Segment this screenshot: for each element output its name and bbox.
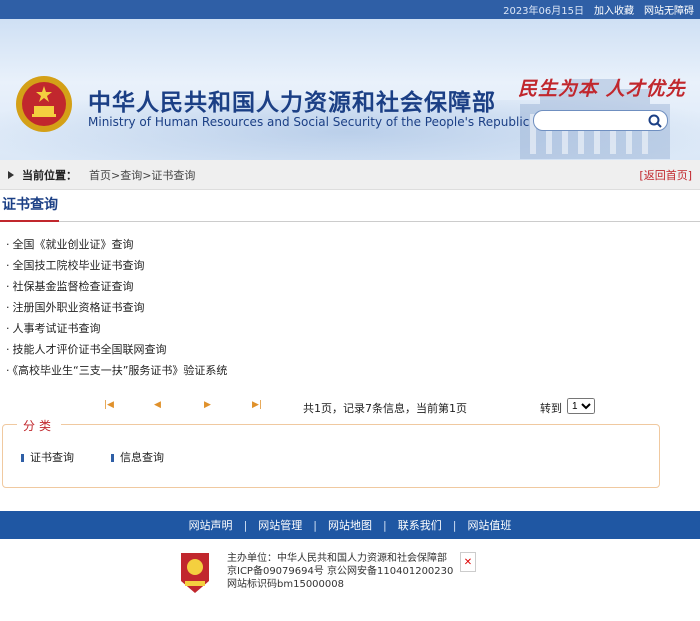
site-id-text: 网站标识码bm15000008: [227, 579, 344, 590]
query-link[interactable]: 《高校毕业生“三支一扶”服务证书》验证系统: [13, 364, 228, 377]
ministry-title-cn: 中华人民共和国人力资源和社会保障部: [88, 89, 496, 116]
footer: 主办单位：中华人民共和国人力资源和社会保障部 京ICP备09079694号 京公…: [0, 547, 700, 607]
add-favorite-link[interactable]: 加入收藏: [594, 2, 634, 17]
current-date: 2023年06月15日: [503, 6, 584, 17]
sponsor-text: 主办单位：中华人民共和国人力资源和社会保障部: [227, 553, 447, 564]
last-page-icon[interactable]: ▶|: [252, 400, 262, 410]
location-label: 当前位置：: [22, 168, 77, 182]
footer-link-statement[interactable]: 网站声明: [189, 517, 233, 533]
footer-link-sitemap[interactable]: 网站地图: [328, 517, 372, 533]
next-page-icon[interactable]: ▶: [204, 400, 211, 410]
list-item: 社保基金监督检查证查询: [6, 276, 700, 297]
page-title: 证书查询: [2, 197, 58, 213]
bullet-icon: [21, 454, 24, 462]
query-link[interactable]: 社保基金监督检查证查询: [13, 280, 134, 293]
page-select[interactable]: 1: [567, 398, 595, 414]
national-emblem-icon: [16, 76, 72, 132]
query-link[interactable]: 人事考试证书查询: [13, 322, 101, 335]
bullet-icon: [111, 454, 114, 462]
list-item: 全国技工院校毕业证书查询: [6, 255, 700, 276]
top-bar: 2023年06月15日 加入收藏 网站无障碍: [0, 0, 700, 19]
back-home-link[interactable]: [返回首页]: [639, 167, 692, 183]
party-badge-icon[interactable]: [177, 551, 213, 595]
footer-nav: 网站声明 | 网站管理 | 网站地图 | 联系我们 | 网站值班: [0, 511, 700, 539]
error-correction-icon[interactable]: ✕: [460, 552, 476, 572]
category-item-certificate[interactable]: 证书查询: [21, 449, 74, 465]
query-list: 全国《就业创业证》查询 全国技工院校毕业证书查询 社保基金监督检查证查询 注册国…: [0, 234, 700, 381]
footer-link-management[interactable]: 网站管理: [258, 517, 302, 533]
slogan: 民生为本 人才优先: [518, 78, 686, 100]
category-legend: 分类: [17, 417, 62, 434]
footer-link-contact[interactable]: 联系我们: [398, 517, 442, 533]
pagination: |◀ ◀ ▶ ▶| 共1页，记录7条信息，当前第1页 转到 1: [0, 392, 700, 422]
list-item: 人事考试证书查询: [6, 318, 700, 339]
triangle-icon: [8, 170, 14, 179]
header-banner: 中华人民共和国人力资源和社会保障部 Ministry of Human Reso…: [0, 19, 700, 160]
list-item: 注册国外职业资格证书查询: [6, 297, 700, 318]
icp-text[interactable]: 京ICP备09079694号 京公网安备110401200230: [227, 565, 453, 578]
search-icon[interactable]: [647, 113, 663, 129]
pagination-info: 共1页，记录7条信息，当前第1页: [303, 402, 467, 415]
prev-page-icon[interactable]: ◀: [154, 400, 161, 410]
first-page-icon[interactable]: |◀: [104, 400, 114, 410]
footer-link-duty[interactable]: 网站值班: [467, 517, 511, 533]
breadcrumb[interactable]: 首页>查询>证书查询: [89, 167, 195, 183]
goto-label: 转到: [540, 402, 562, 415]
title-underline: [0, 220, 59, 222]
query-link[interactable]: 注册国外职业资格证书查询: [13, 301, 145, 314]
section-header: 证书查询: [0, 194, 700, 222]
list-item: 技能人才评价证书全国联网查询: [6, 339, 700, 360]
search-box: [533, 110, 668, 131]
query-link[interactable]: 全国《就业创业证》查询: [13, 238, 134, 251]
query-link[interactable]: 全国技工院校毕业证书查询: [13, 259, 145, 272]
list-item: 《高校毕业生“三支一扶”服务证书》验证系统: [6, 360, 700, 381]
breadcrumb-bar: 当前位置： 首页>查询>证书查询 [返回首页]: [0, 160, 700, 190]
query-link[interactable]: 技能人才评价证书全国联网查询: [13, 343, 167, 356]
search-input[interactable]: [542, 111, 652, 130]
category-box: 分类 证书查询 信息查询: [2, 417, 660, 488]
category-item-info[interactable]: 信息查询: [111, 449, 164, 465]
ministry-title-en: Ministry of Human Resources and Social S…: [88, 115, 583, 129]
list-item: 全国《就业创业证》查询: [6, 234, 700, 255]
footer-info: 主办单位：中华人民共和国人力资源和社会保障部 京ICP备09079694号 京公…: [227, 552, 453, 591]
accessibility-link[interactable]: 网站无障碍: [644, 2, 694, 17]
